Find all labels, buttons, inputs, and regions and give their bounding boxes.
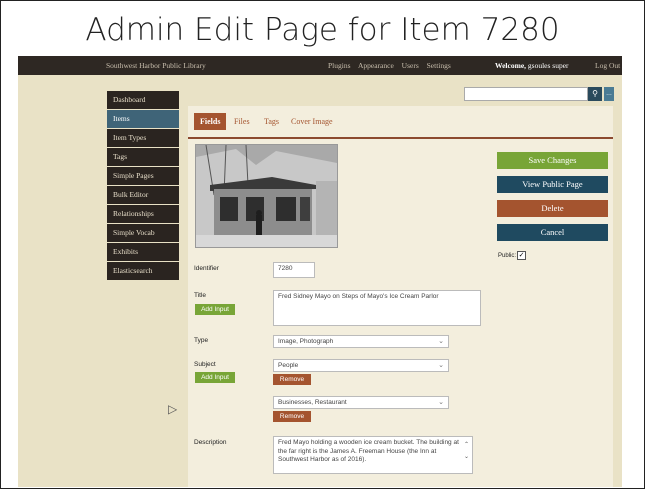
nav-users[interactable]: Users — [402, 61, 419, 70]
sidebar-item-tags[interactable]: Tags — [107, 148, 179, 166]
screenshot: Southwest Harbor Public Library Plugins … — [18, 56, 622, 487]
type-select-value: Image, Photograph — [278, 338, 334, 345]
nav-appearance[interactable]: Appearance — [358, 61, 394, 70]
title-field[interactable]: Fred Sidney Mayo on Steps of Mayo's Ice … — [273, 290, 481, 326]
delete-button[interactable]: Delete — [497, 200, 608, 217]
public-label: Public: — [498, 253, 517, 259]
description-label: Description — [194, 439, 227, 446]
type-select[interactable]: Image, Photograph ⌄ — [273, 335, 449, 348]
chevron-down-icon: ⌄ — [438, 362, 444, 369]
subject-1-remove-button[interactable]: Remove — [273, 374, 311, 385]
sidebar-item-exhibits[interactable]: Exhibits — [107, 243, 179, 261]
type-label: Type — [194, 337, 209, 344]
tab-cover-image[interactable]: Cover Image — [291, 117, 333, 126]
mouse-cursor-icon: ▷ — [168, 402, 178, 416]
search-button[interactable]: ⚲ — [588, 87, 602, 101]
subject-add-input-button[interactable]: Add Input — [195, 372, 235, 383]
cancel-button[interactable]: Cancel — [497, 224, 608, 241]
subject-select-1[interactable]: People ⌄ — [273, 359, 449, 372]
sidebar-item-item-types[interactable]: Item Types — [107, 129, 179, 147]
tabs-underline — [188, 137, 613, 139]
scroll-arrows-icon[interactable]: ⌃ ⌄ — [464, 439, 469, 463]
tab-tags[interactable]: Tags — [264, 117, 279, 126]
slide-title: Admin Edit Page for Item 7280 — [85, 12, 560, 48]
save-changes-button[interactable]: Save Changes — [497, 152, 608, 169]
admin-sidebar: Dashboard Items Item Types Tags Simple P… — [107, 91, 179, 281]
description-field[interactable]: Fred Mayo holding a wooden ice cream buc… — [273, 436, 473, 474]
description-text: Fred Mayo holding a wooden ice cream buc… — [278, 439, 459, 463]
sidebar-item-dashboard[interactable]: Dashboard — [107, 91, 179, 109]
tab-files[interactable]: Files — [234, 117, 250, 126]
welcome-prefix: Welcome, — [495, 61, 527, 70]
identifier-label: Identifier — [194, 265, 219, 272]
subject-select-2[interactable]: Businesses, Restaurant ⌄ — [273, 396, 449, 409]
subject-label: Subject — [194, 361, 216, 368]
search-options-button[interactable]: … — [604, 87, 614, 101]
title-add-input-button[interactable]: Add Input — [195, 304, 235, 315]
title-label: Title — [194, 292, 207, 299]
sidebar-item-elasticsearch[interactable]: Elasticsearch — [107, 262, 179, 280]
tab-fields[interactable]: Fields — [194, 113, 227, 130]
logout-link[interactable]: Log Out — [595, 61, 620, 70]
chevron-down-icon: ⌄ — [438, 338, 444, 345]
subject-select-2-value: Businesses, Restaurant — [278, 399, 347, 406]
chevron-down-icon: ⌄ — [438, 399, 444, 406]
sidebar-item-relationships[interactable]: Relationships — [107, 205, 179, 223]
public-checkbox[interactable]: ✓ — [517, 251, 526, 260]
nav-settings[interactable]: Settings — [427, 61, 451, 70]
site-name-link[interactable]: Southwest Harbor Public Library — [106, 61, 206, 70]
welcome-text: Welcome, gsoules super — [495, 61, 569, 70]
sidebar-item-items[interactable]: Items — [107, 110, 179, 128]
search-icon: ⚲ — [592, 89, 598, 98]
admin-nav: Plugins Appearance Users Settings — [328, 61, 457, 70]
identifier-field[interactable]: 7280 — [273, 262, 315, 278]
subject-2-remove-button[interactable]: Remove — [273, 411, 311, 422]
search-input[interactable] — [464, 87, 588, 101]
sidebar-item-simple-vocab[interactable]: Simple Vocab — [107, 224, 179, 242]
admin-topbar: Southwest Harbor Public Library Plugins … — [18, 56, 622, 75]
username-link[interactable]: gsoules super — [528, 61, 569, 70]
subject-select-1-value: People — [278, 362, 299, 369]
view-public-page-button[interactable]: View Public Page — [497, 176, 608, 193]
sidebar-item-simple-pages[interactable]: Simple Pages — [107, 167, 179, 185]
sidebar-item-bulk-editor[interactable]: Bulk Editor — [107, 186, 179, 204]
nav-plugins[interactable]: Plugins — [328, 61, 351, 70]
item-photo — [195, 144, 338, 248]
